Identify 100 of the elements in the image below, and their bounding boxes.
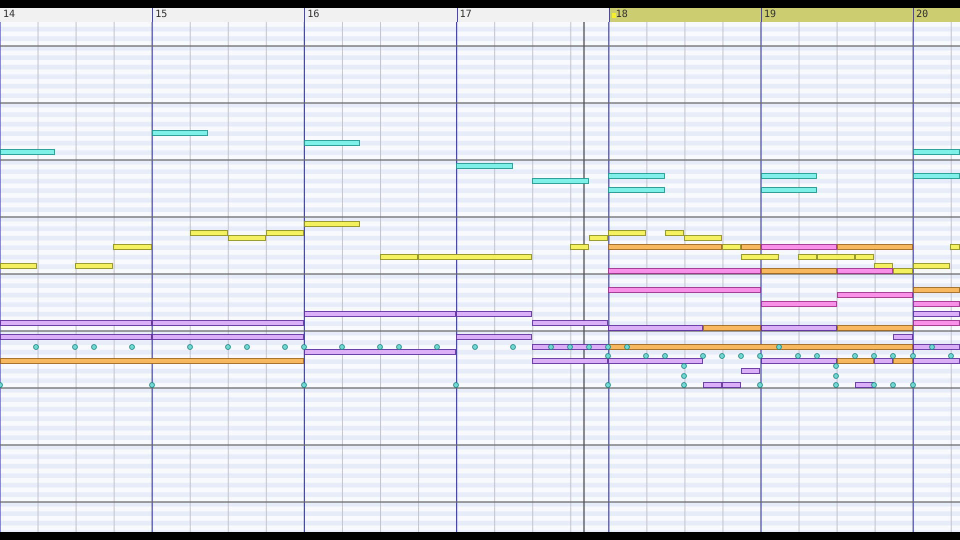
note-bar[interactable] [228,235,266,241]
note-bar[interactable] [817,254,855,260]
note-bar[interactable] [913,311,960,317]
note-bar[interactable] [532,178,589,184]
note-bar[interactable] [304,140,360,146]
drum-hit-marker[interactable] [129,344,135,350]
drum-hit-marker[interactable] [149,382,155,388]
drum-hit-marker[interactable] [700,353,706,359]
note-bar[interactable] [913,344,960,350]
drum-hit-marker[interactable] [757,382,763,388]
note-bar[interactable] [608,187,665,193]
note-bar[interactable] [456,334,532,340]
note-bar[interactable] [589,235,608,241]
note-bar[interactable] [913,287,960,293]
drum-hit-marker[interactable] [244,344,250,350]
note-bar[interactable] [684,235,722,241]
drum-hit-marker[interactable] [396,344,402,350]
note-bar[interactable] [741,244,761,250]
drum-hit-marker[interactable] [510,344,516,350]
note-bar[interactable] [837,268,893,274]
note-bar[interactable] [665,230,684,236]
drum-hit-marker[interactable] [738,353,744,359]
note-bar[interactable] [266,230,304,236]
drum-hit-marker[interactable] [910,353,916,359]
note-bar[interactable] [855,254,874,260]
note-bar[interactable] [950,244,960,250]
drum-hit-marker[interactable] [757,353,763,359]
drum-hit-marker[interactable] [681,363,687,369]
note-bar[interactable] [0,320,152,326]
note-bar[interactable] [741,368,760,374]
note-bar[interactable] [761,325,837,331]
note-bar[interactable] [0,263,37,269]
note-bar[interactable] [456,311,532,317]
drum-hit-marker[interactable] [910,382,916,388]
note-bar[interactable] [608,325,703,331]
drum-hit-marker[interactable] [472,344,478,350]
note-bar[interactable] [722,382,741,388]
drum-hit-marker[interactable] [605,382,611,388]
note-bar[interactable] [608,358,703,364]
note-bar[interactable] [608,287,761,293]
note-bar[interactable] [761,268,837,274]
note-bar[interactable] [304,349,456,355]
drum-hit-marker[interactable] [282,344,288,350]
note-bar[interactable] [913,320,960,326]
note-bar[interactable] [456,163,513,169]
note-bar[interactable] [761,173,817,179]
note-bar[interactable] [152,334,304,340]
drum-hit-marker[interactable] [890,353,896,359]
note-bar[interactable] [913,149,960,155]
drum-hit-marker[interactable] [643,353,649,359]
drum-hit-marker[interactable] [624,344,630,350]
drum-hit-marker[interactable] [662,353,668,359]
note-bar[interactable] [741,254,779,260]
note-bar[interactable] [855,382,874,388]
drum-hit-marker[interactable] [681,373,687,379]
drum-hit-marker[interactable] [377,344,383,350]
drum-hit-marker[interactable] [852,353,858,359]
note-bar[interactable] [75,263,113,269]
drum-hit-marker[interactable] [833,382,839,388]
note-bar[interactable] [608,244,722,250]
note-bar[interactable] [608,268,761,274]
note-bar[interactable] [913,358,960,364]
note-bar[interactable] [722,244,741,250]
drum-hit-marker[interactable] [91,344,97,350]
note-bar[interactable] [893,268,913,274]
drum-hit-marker[interactable] [33,344,39,350]
note-bar[interactable] [761,358,837,364]
note-bar[interactable] [0,358,304,364]
note-bar[interactable] [913,173,960,179]
note-bar[interactable] [0,149,55,155]
drum-hit-marker[interactable] [871,382,877,388]
drum-hit-marker[interactable] [814,353,820,359]
drum-hit-marker[interactable] [605,353,611,359]
note-bar[interactable] [837,325,913,331]
note-bar[interactable] [913,301,960,307]
drum-hit-marker[interactable] [301,344,307,350]
note-bar[interactable] [913,263,950,269]
note-bar[interactable] [703,325,761,331]
measure-header[interactable]: 20 [913,8,960,22]
note-bar[interactable] [761,301,837,307]
note-bar[interactable] [837,244,913,250]
note-bar[interactable] [304,311,456,317]
note-bar[interactable] [152,320,304,326]
drum-hit-marker[interactable] [434,344,440,350]
note-bar[interactable] [304,221,360,227]
note-bar[interactable] [761,244,837,250]
drum-hit-marker[interactable] [929,344,935,350]
note-bar[interactable] [190,230,228,236]
drum-hit-marker[interactable] [548,344,554,350]
note-bar[interactable] [608,173,665,179]
drum-hit-marker[interactable] [301,382,307,388]
drum-hit-marker[interactable] [890,382,896,388]
drum-hit-marker[interactable] [453,382,459,388]
drum-hit-marker[interactable] [0,382,3,388]
note-bar[interactable] [837,292,913,298]
measure-header[interactable]: 15 [152,8,304,22]
note-bar[interactable] [570,244,589,250]
drum-hit-marker[interactable] [605,344,611,350]
drum-hit-marker[interactable] [776,344,782,350]
drum-hit-marker[interactable] [681,382,687,388]
